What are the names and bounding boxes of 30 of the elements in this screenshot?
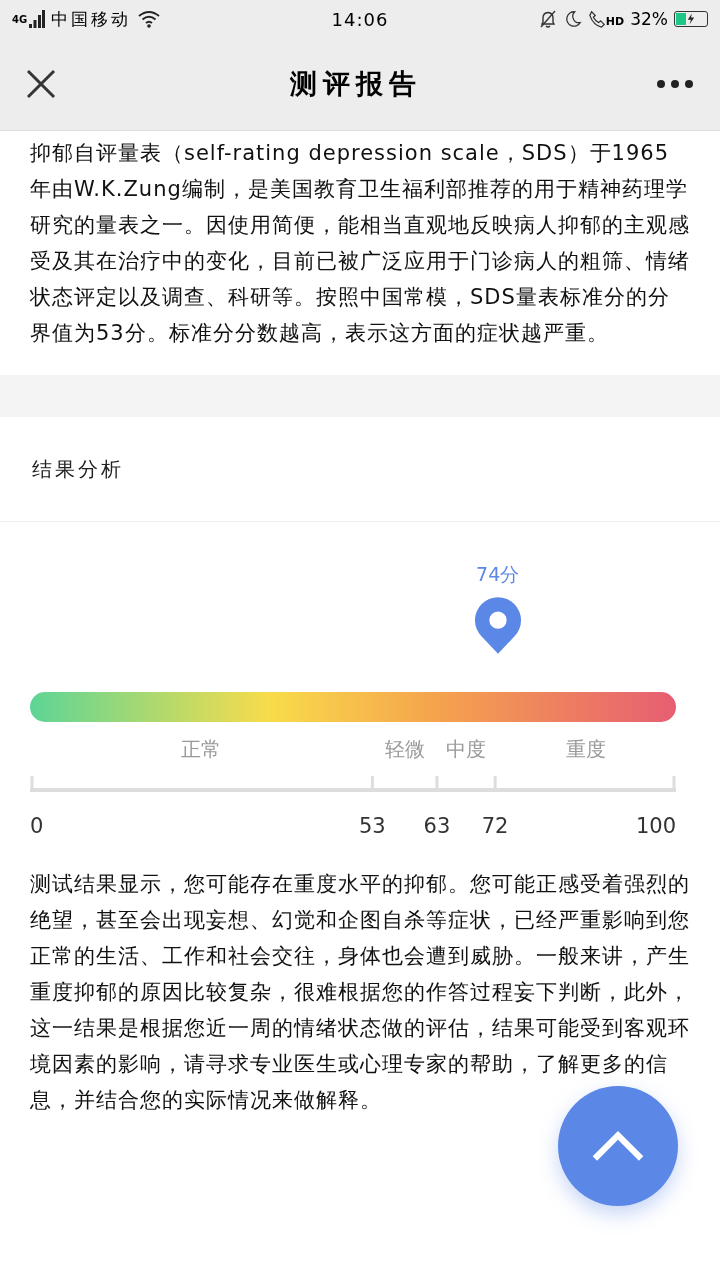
section-title: 结果分析 [32, 455, 124, 483]
wifi-icon [137, 10, 162, 28]
tick-label: 100 [635, 814, 676, 838]
more-icon[interactable] [656, 79, 694, 89]
level-label: 中度 [445, 736, 488, 763]
intro-paragraph: 抑郁自评量表（self-rating depression scale，SDS）于1965年由W.K.Zung编制，是美国教育卫生福利部推荐的用于精神药理学研究的量表之一。因使用简便，能相当直观地反映病人抑郁的主观感受及其在治疗中的变化，目前已被广泛应用于门诊病人的粗筛、情绪状态评定以及调查、科研等。按照中国常模，SDS量表标准分的分界值为53分。标准分分数越高，表示这方面的症状越严重。 [29, 140, 691, 347]
location-pin-icon [473, 596, 522, 654]
clock-time: 14:06 [331, 8, 389, 30]
tick-label: 72 [481, 814, 509, 838]
phone-icon [587, 10, 606, 28]
tick-label: 63 [423, 814, 451, 838]
hd-label: HD [605, 15, 625, 28]
battery-percent: 32% [630, 9, 668, 29]
chevron-up-icon [591, 1130, 645, 1162]
result-paragraph: 测试结果显示，您可能存在重度水平的抑郁。您可能正感受着强烈的绝望，甚至会出现妄想、幻觉和企图自杀等症状，已经严重影响到您正常的生活、工作和社会交往，身体也会遭到威胁。一般来讲，产生重度抑郁的原因比较复杂，很难根据您的作答过程妄下判断，此外，这一结果是根据您近一周的情绪状态做的评估，结果可能受到客观环境因素的影响，请寻求专业医生或心理专家的帮助，了解更多的信息，并结合您的实际情况来做解释。 [29, 871, 691, 1114]
tick-label: 53 [359, 814, 386, 838]
scroll-top-button[interactable] [558, 1086, 678, 1206]
moon-icon [563, 10, 582, 28]
level-label: 重度 [564, 736, 607, 763]
network-label: 4G [12, 13, 28, 25]
close-icon[interactable] [26, 69, 56, 99]
muted-bell-icon [537, 9, 558, 29]
level-label: 轻微 [383, 736, 426, 763]
tick-label: 0 [30, 814, 44, 838]
battery-icon [674, 11, 708, 27]
carrier-name: 中国移动 [51, 7, 132, 31]
level-label: 正常 [180, 736, 223, 763]
score-label: 74分 [476, 562, 520, 587]
page-title: 测评报告 [290, 67, 422, 101]
signal-icon [29, 10, 46, 28]
